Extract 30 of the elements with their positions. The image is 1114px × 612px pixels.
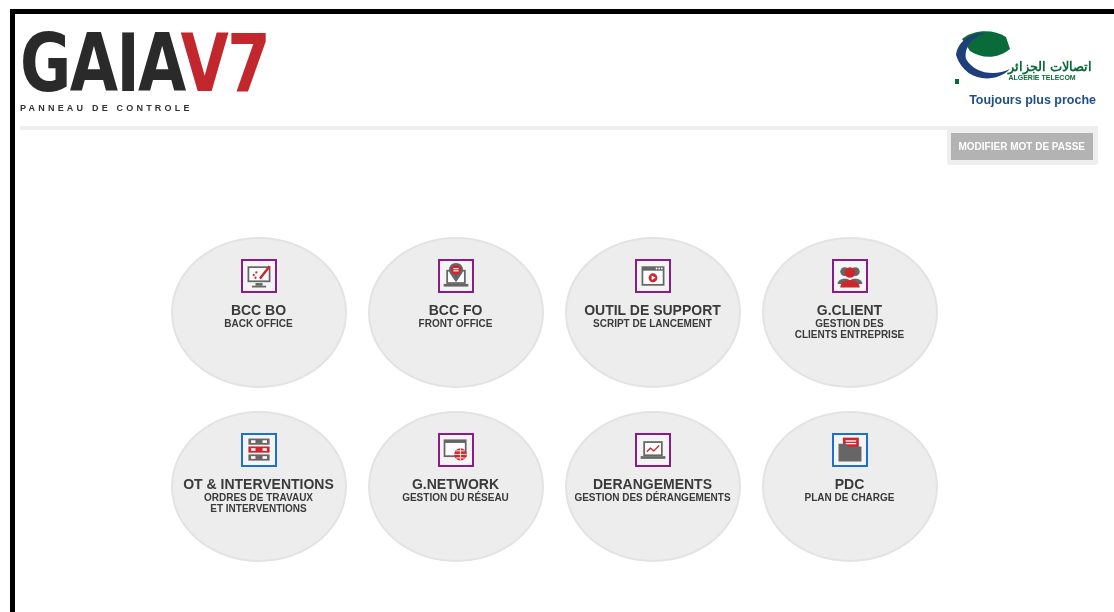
- module-subtitle: ET INTERVENTIONS: [210, 503, 307, 515]
- logo-wordmark: GAIAV7: [20, 26, 270, 102]
- module-subtitle: CLIENTS ENTREPRISE: [794, 329, 905, 341]
- module-subtitle: GESTION DES: [815, 317, 884, 330]
- module-title: G.CLIENT: [816, 302, 883, 318]
- module-button[interactable]: G.NETWORK GESTION DU RÉSEAU: [367, 410, 544, 562]
- arabic-brand-text: اتصالات الجزائر: [1008, 59, 1092, 73]
- module-title: G.NETWORK: [411, 476, 500, 492]
- module-subtitle: PLAN DE CHARGE: [804, 491, 895, 504]
- module-button[interactable]: OUTIL DE SUPPORT SCRIPT DE LANCEMENT: [564, 236, 741, 388]
- module-title: OT & INTERVENTIONS: [183, 476, 334, 492]
- module-button[interactable]: BCC BO BACK OFFICE: [170, 236, 347, 388]
- slogan-text: Toujours plus proche: [969, 92, 1096, 109]
- module-button[interactable]: G.CLIENT GESTION DES CLIENTS ENTREPRISE: [761, 236, 938, 388]
- module-subtitle: SCRIPT DE LANCEMENT: [593, 317, 712, 330]
- module-subtitle: GESTION DU RÉSEAU: [402, 491, 509, 504]
- module-subtitle: FRONT OFFICE: [418, 317, 493, 330]
- logo-subtitle: PANNEAU DE CONTROLE: [20, 102, 194, 115]
- module-subtitle: GESTION DES DÉRANGEMENTS: [574, 491, 731, 504]
- module-title: BCC BO: [230, 302, 287, 318]
- module-title: PDC: [834, 476, 865, 492]
- module-title: BCC FO: [428, 302, 483, 318]
- module-button[interactable]: OT & INTERVENTIONS ORDRES DE TRAVAUX ET INTERVENTIONS: [170, 410, 347, 562]
- module-subtitle: ORDRES DE TRAVAUX: [203, 491, 314, 504]
- module-button[interactable]: PDC PLAN DE CHARGE: [761, 410, 938, 562]
- module-button[interactable]: DERANGEMENTS GESTION DES DÉRANGEMENTS: [564, 410, 741, 562]
- module-title: DERANGEMENTS: [593, 476, 712, 492]
- module-button[interactable]: BCC FO FRONT OFFICE: [367, 236, 544, 388]
- module-title: OUTIL DE SUPPORT: [584, 302, 721, 318]
- module-subtitle: BACK OFFICE: [224, 317, 293, 330]
